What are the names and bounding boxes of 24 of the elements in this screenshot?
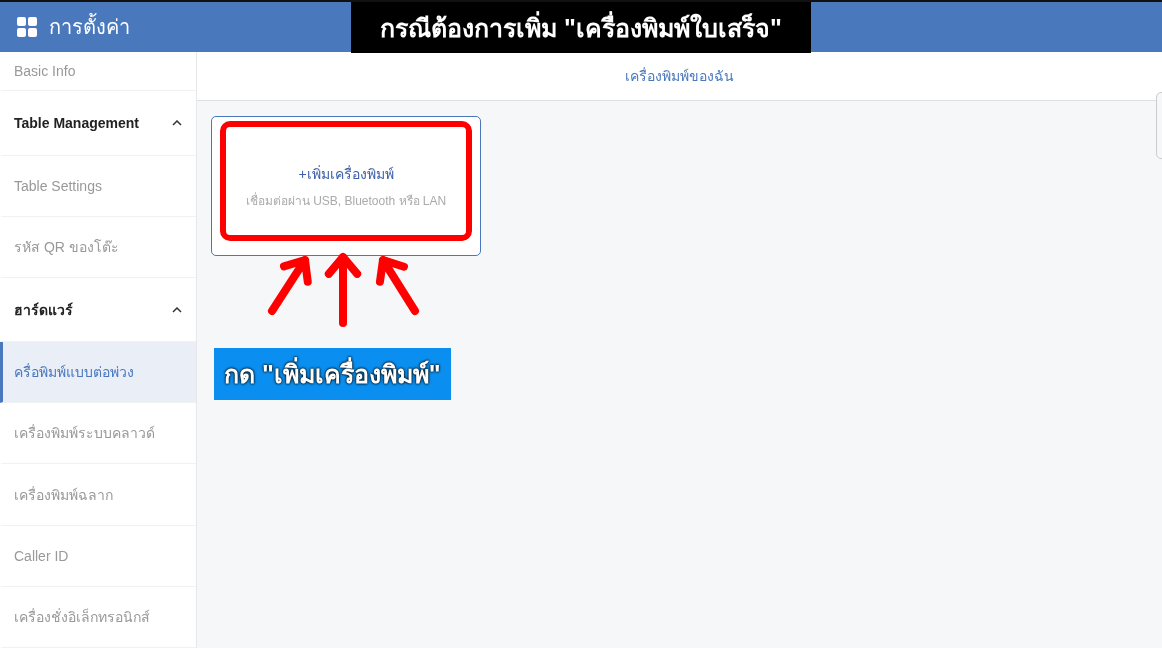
group-label: ฮาร์ดแวร์ [14, 300, 73, 320]
sidebar-item[interactable]: เครื่องชั่งอิเล็กทรอนิกส์ [0, 586, 196, 648]
arrow [268, 256, 312, 315]
sidebar-item[interactable]: เครื่องพิมพ์ระบบคลาวด์ [0, 403, 196, 465]
caption: กด "เพิ่มเครื่องพิมพ์" [214, 348, 451, 400]
chevron-up-icon [172, 120, 182, 127]
card-subtitle: เชื่อมต่อผ่าน USB, Bluetooth หรือ LAN [245, 191, 447, 210]
arrow [375, 256, 419, 315]
page-title: การตั้งค่า [49, 11, 130, 43]
sidebar-item[interactable]: Caller ID [0, 525, 196, 587]
sidebar-item[interactable]: Basic Info [0, 52, 196, 92]
chevron-up-icon [172, 306, 182, 313]
sidebar-item[interactable]: Table Settings [0, 155, 196, 217]
add-printer-card[interactable]: +เพิ่มเครื่องพิมพ์ เชื่อมต่อผ่าน USB, Bluetooth หรือ LAN [211, 116, 481, 256]
sidebar-item[interactable]: รหัส QR ของโต๊ะ [0, 216, 196, 278]
grid-icon[interactable] [17, 17, 37, 37]
caption: กรณีต้องการเพิ่ม "เครื่องพิมพ์ใบเสร็จ" [351, 2, 811, 53]
sidebar-item[interactable]: เครื่องพิมพ์ฉลาก [0, 464, 196, 526]
sidebar-item[interactable]: ครื่อพิมพ์แบบต่อพ่วง [0, 342, 196, 404]
sidebar-group[interactable]: ฮาร์ดแวร์ [0, 277, 196, 343]
card-title: +เพิ่มเครื่องพิมพ์ [298, 164, 394, 184]
section-title: เครื่องพิมพ์ของฉัน [625, 66, 734, 86]
group-label: Table Management [14, 115, 139, 132]
sidebar-group[interactable]: Table Management [0, 91, 196, 156]
